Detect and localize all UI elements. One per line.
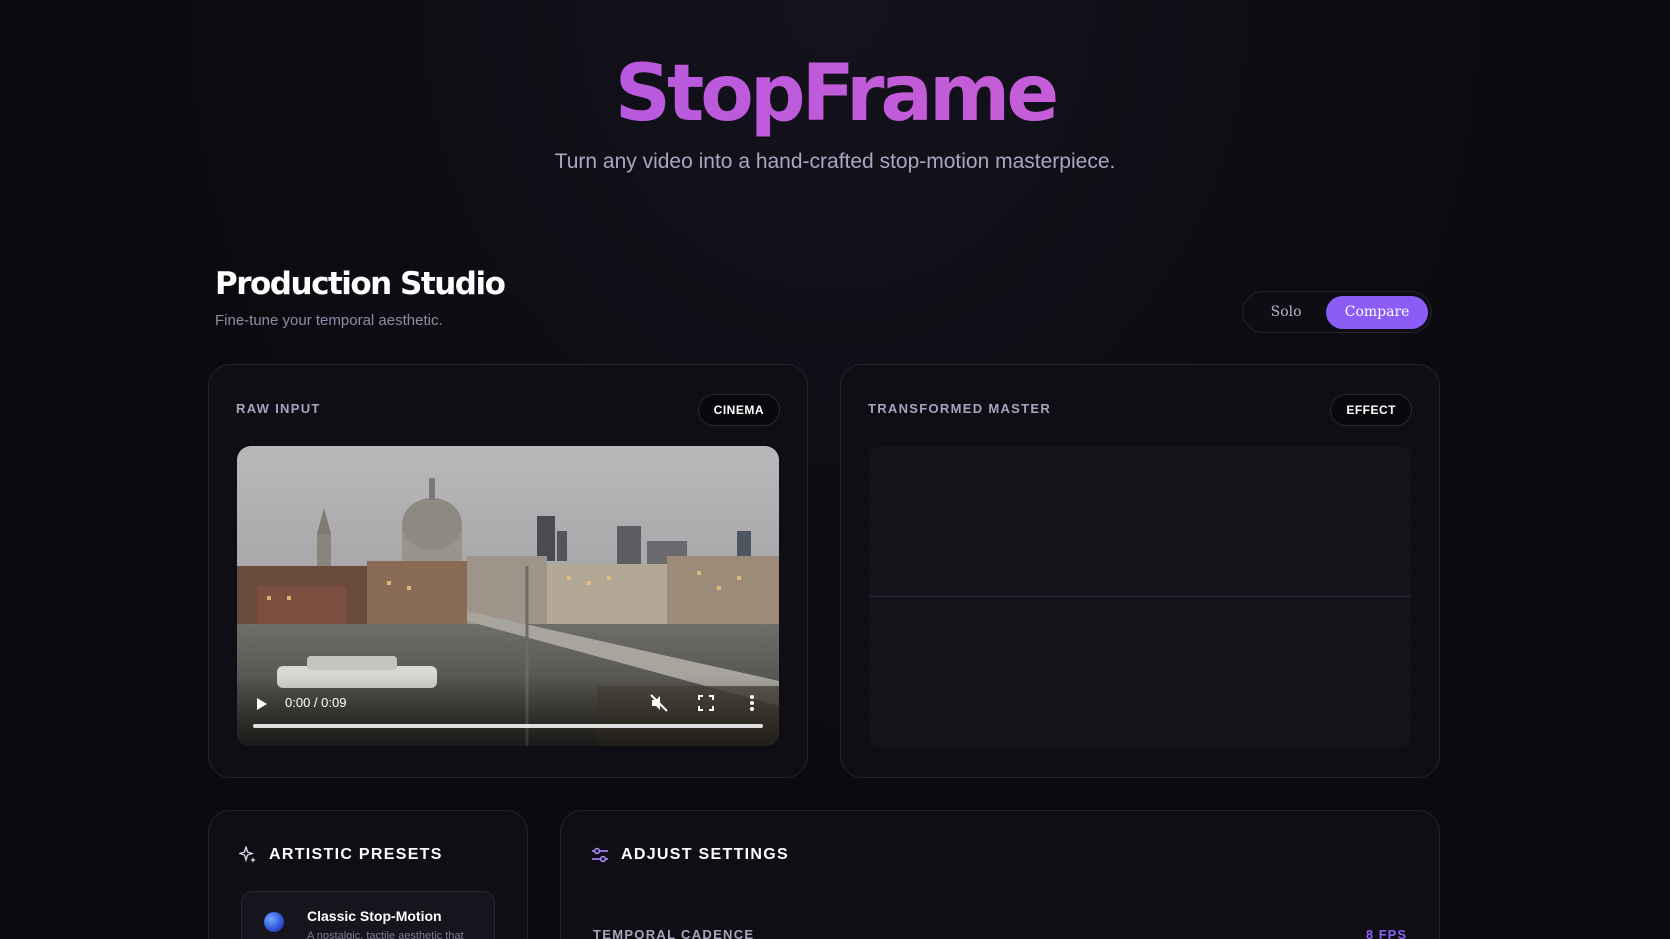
preset-classic-stop-motion[interactable]: Classic Stop-Motion A nostalgic, tactile… xyxy=(241,891,495,939)
video-controls: 0:00 / 0:09 xyxy=(237,676,779,746)
video-time: 0:00 / 0:09 xyxy=(285,695,347,710)
adjust-settings-card: ADJUST SETTINGS TEMPORAL CADENCE 8 FPS xyxy=(560,810,1440,939)
preset-description: A nostalgic, tactile aesthetic that xyxy=(307,930,464,939)
presets-title: ARTISTIC PRESETS xyxy=(269,846,443,863)
page-title: Production Studio xyxy=(215,266,506,302)
preset-name: Classic Stop-Motion xyxy=(307,908,442,924)
globe-icon xyxy=(264,912,284,932)
mute-icon[interactable] xyxy=(650,694,668,712)
view-mode-toggle: Solo Compare xyxy=(1242,291,1432,333)
page-subtitle: Fine-tune your temporal aesthetic. xyxy=(215,312,443,329)
temporal-cadence-label: TEMPORAL CADENCE xyxy=(593,927,755,939)
sparkles-icon xyxy=(239,846,256,863)
compare-mode-button[interactable]: Compare xyxy=(1326,295,1428,329)
more-options-icon[interactable] xyxy=(749,694,755,712)
temporal-cadence-value: 8 FPS xyxy=(1365,927,1407,939)
input-video-player[interactable]: 0:00 / 0:09 xyxy=(237,446,779,746)
output-divider-line xyxy=(869,596,1411,597)
video-progress-bar[interactable] xyxy=(253,724,763,728)
raw-input-panel: RAW INPUT CINEMA 0:00 / 0:09 xyxy=(208,364,808,778)
output-canvas xyxy=(869,446,1411,748)
settings-header: ADJUST SETTINGS xyxy=(591,846,789,864)
cinema-badge: CINEMA xyxy=(697,394,780,426)
transformed-master-panel: TRANSFORMED MASTER EFFECT xyxy=(840,364,1440,778)
play-icon[interactable] xyxy=(257,698,267,710)
raw-input-label: RAW INPUT xyxy=(236,401,321,416)
transformed-master-label: TRANSFORMED MASTER xyxy=(868,401,1052,416)
fullscreen-icon[interactable] xyxy=(698,695,714,711)
presets-header: ARTISTIC PRESETS xyxy=(239,846,443,864)
brand-logo: StopFrame xyxy=(0,48,1670,142)
tagline: Turn any video into a hand-crafted stop-… xyxy=(554,150,1116,173)
sliders-icon xyxy=(592,847,608,863)
effect-badge: EFFECT xyxy=(1330,394,1412,426)
solo-mode-button[interactable]: Solo xyxy=(1246,296,1326,329)
artistic-presets-card: ARTISTIC PRESETS Classic Stop-Motion A n… xyxy=(208,810,528,939)
settings-title: ADJUST SETTINGS xyxy=(621,846,789,863)
